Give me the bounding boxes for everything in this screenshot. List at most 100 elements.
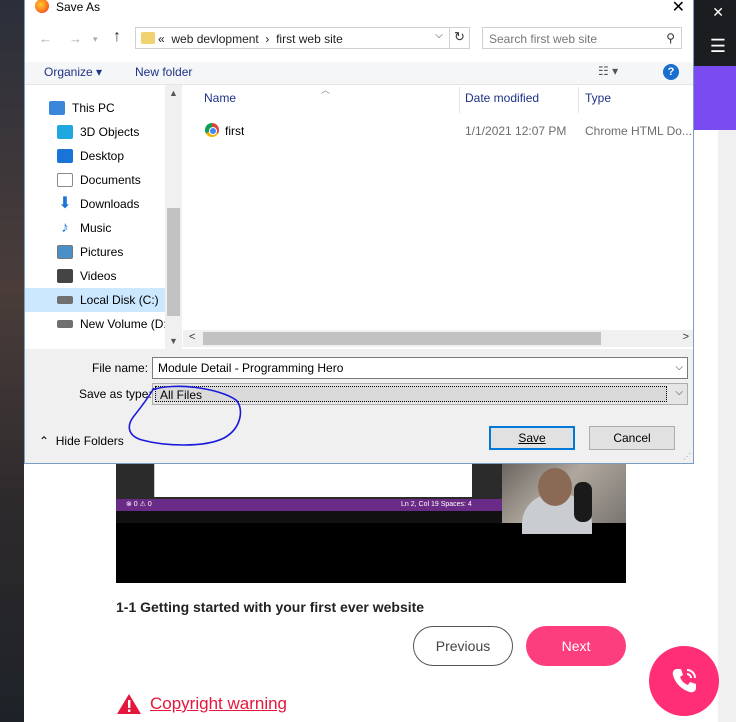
nav-scroll-thumb[interactable] <box>167 208 180 316</box>
up-arrow-icon[interactable]: ↑ <box>113 28 121 46</box>
breadcrumb-web-devlopment[interactable]: web devlopment <box>171 32 258 46</box>
hide-folders-label: Hide Folders <box>55 434 124 448</box>
chevron-down-icon[interactable]: ⌵ <box>675 387 683 398</box>
next-button[interactable]: Next <box>526 626 626 666</box>
breadcrumb-overflow[interactable]: « <box>158 32 165 46</box>
video-cursor-pos: Ln 2, Col 19 Spaces: 4 <box>401 501 472 508</box>
breadcrumb-first-web-site[interactable]: first web site <box>276 32 343 46</box>
scroll-right-icon[interactable]: > <box>683 331 689 343</box>
download-icon: ⬇ <box>58 195 72 212</box>
nav-item-label: Desktop <box>80 149 125 163</box>
video-editor-pane <box>154 464 472 497</box>
column-header-name[interactable]: Name <box>204 91 236 105</box>
sort-ascending-icon: ︿ <box>321 85 331 95</box>
nav-item-label: New Volume (D: <box>80 317 167 331</box>
hide-folders-toggle[interactable]: ⌃ Hide Folders <box>39 434 124 448</box>
nav-pane-scrollbar[interactable]: ▲ ▼ <box>165 85 182 349</box>
drive-icon <box>57 296 73 304</box>
dialog-titlebar[interactable]: Save As ✕ <box>25 0 693 16</box>
webcam-overlay <box>502 464 626 534</box>
close-icon[interactable]: ✕ <box>712 4 724 21</box>
warning-icon <box>117 694 141 714</box>
video-status-bar: ⊗ 0 ⚠ 0 Ln 2, Col 19 Spaces: 4 <box>116 499 502 511</box>
forward-arrow-icon[interactable]: → <box>69 31 82 46</box>
nav-item-label: Music <box>80 221 112 235</box>
microphone-icon <box>574 482 592 522</box>
file-date: 1/1/2021 12:07 PM <box>465 124 567 138</box>
video-player[interactable]: ⊗ 0 ⚠ 0 Ln 2, Col 19 Spaces: 4 <box>116 464 626 583</box>
nav-item-this-pc[interactable]: This PC <box>25 96 165 120</box>
nav-item-3d-objects[interactable]: 3D Objects <box>25 120 165 144</box>
copyright-link[interactable]: Copyright warning <box>150 694 287 714</box>
pc-icon <box>49 101 65 115</box>
firefox-icon <box>35 0 49 13</box>
chevron-down-icon[interactable]: ⌵ <box>675 362 683 373</box>
breadcrumb-separator[interactable]: › <box>265 32 269 46</box>
search-icon: ⚲ <box>666 31 675 45</box>
chevron-up-icon: ⌃ <box>39 434 50 448</box>
nav-item-label: 3D Objects <box>80 125 140 139</box>
nav-item-new-volume-d[interactable]: New Volume (D: <box>25 312 183 336</box>
nav-item-pictures[interactable]: Pictures <box>25 240 165 264</box>
new-folder-button[interactable]: New folder <box>135 65 192 79</box>
refresh-icon[interactable]: ↻ <box>449 27 469 49</box>
address-bar[interactable]: « web devlopment › first web site ⌵ <box>135 27 470 49</box>
file-name-field[interactable]: Module Detail - Programming Hero ⌵ <box>152 357 688 379</box>
help-icon[interactable]: ? <box>663 64 679 80</box>
nav-item-music[interactable]: ♪ Music <box>25 216 165 240</box>
close-button[interactable]: ✕ <box>672 0 685 17</box>
music-icon: ♪ <box>61 219 69 236</box>
back-arrow-icon[interactable]: ← <box>39 31 52 46</box>
call-button[interactable] <box>649 646 719 716</box>
browser-pane: This PC 3D Objects Desktop Documents ⬇ D… <box>25 84 693 349</box>
scroll-down-icon[interactable]: ▼ <box>169 336 178 346</box>
video-errors: ⊗ 0 ⚠ 0 <box>126 501 152 508</box>
column-header-type[interactable]: Type <box>585 91 611 105</box>
lesson-title: 1-1 Getting started with your first ever… <box>116 599 425 615</box>
file-list: ︿ Name Date modified Type first 1/1/2021… <box>183 85 693 349</box>
hamburger-menu-icon[interactable]: ☰ <box>710 36 726 57</box>
previous-button[interactable]: Previous <box>413 626 513 666</box>
organize-menu[interactable]: Organize ▾ <box>44 65 102 79</box>
cancel-button[interactable]: Cancel <box>589 426 675 450</box>
pictures-icon <box>57 245 73 259</box>
dialog-title: Save As <box>56 0 101 14</box>
nav-item-videos[interactable]: Videos <box>25 264 165 288</box>
person-head <box>538 468 572 506</box>
recent-locations-chevron-icon[interactable]: ▾ <box>93 34 98 45</box>
phone-icon <box>672 669 696 693</box>
file-name-value: Module Detail - Programming Hero <box>158 361 344 375</box>
column-header-date[interactable]: Date modified <box>465 91 539 105</box>
video-taskbar <box>116 511 502 523</box>
column-divider[interactable] <box>578 87 579 113</box>
file-name: first <box>225 124 245 138</box>
nav-item-local-disk-c[interactable]: Local Disk (C:) <box>25 288 165 312</box>
chrome-icon <box>205 123 219 137</box>
folder-icon <box>141 32 155 44</box>
scroll-left-icon[interactable]: < <box>189 331 195 343</box>
file-row[interactable]: first 1/1/2021 12:07 PM Chrome HTML Do..… <box>183 121 693 141</box>
scroll-up-icon[interactable]: ▲ <box>169 88 178 98</box>
resize-grip-icon[interactable]: ⋰ <box>683 452 691 461</box>
column-divider[interactable] <box>459 87 460 113</box>
page-scrollbar[interactable] <box>718 130 736 722</box>
search-placeholder: Search first web site <box>489 32 598 46</box>
file-name-label: File name: <box>92 361 149 375</box>
file-type: Chrome HTML Do... <box>585 124 691 138</box>
nav-item-desktop[interactable]: Desktop <box>25 144 165 168</box>
horizontal-scroll-thumb[interactable] <box>203 332 601 345</box>
search-input[interactable]: Search first web site ⚲ <box>482 27 682 49</box>
copyright-warning[interactable]: Copyright warning <box>116 692 287 716</box>
videos-icon <box>57 269 73 283</box>
navigation-pane: This PC 3D Objects Desktop Documents ⬇ D… <box>25 85 183 349</box>
cube-icon <box>57 125 73 139</box>
nav-item-documents[interactable]: Documents <box>25 168 165 192</box>
nav-item-label: Local Disk (C:) <box>80 293 159 307</box>
view-options-icon[interactable]: ☷ ▾ <box>598 64 618 78</box>
nav-item-label: Documents <box>80 173 141 187</box>
nav-item-downloads[interactable]: ⬇ Downloads <box>25 192 165 216</box>
horizontal-scrollbar[interactable]: < > <box>183 330 693 347</box>
save-button[interactable]: Save <box>489 426 575 450</box>
nav-item-label: Downloads <box>80 197 140 211</box>
address-dropdown-icon[interactable]: ⌵ <box>431 30 447 41</box>
